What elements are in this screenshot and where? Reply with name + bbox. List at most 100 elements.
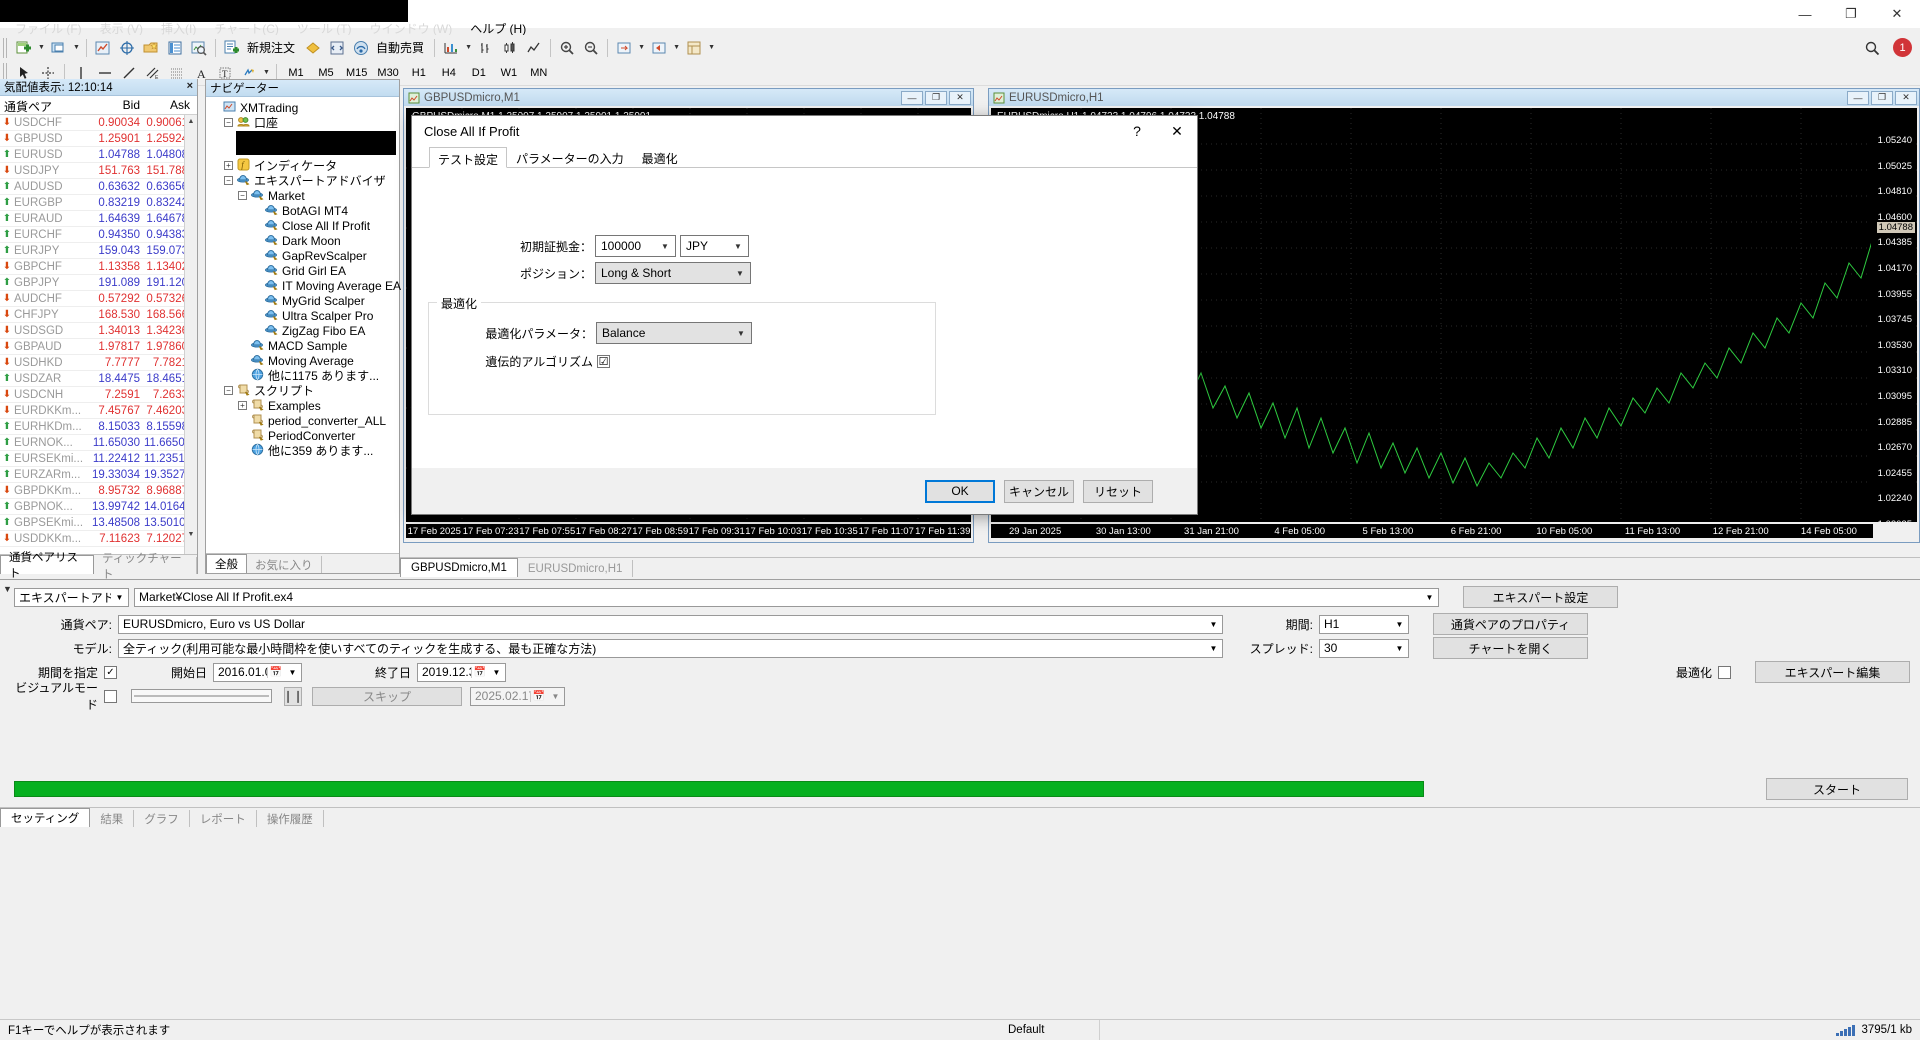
tab-report[interactable]: レポート [190, 810, 257, 827]
market-watch-row[interactable]: ⬇ CHFJPY 168.530 168.566 [0, 307, 197, 323]
navigator-item[interactable]: 他に1175 あります... [210, 368, 399, 383]
navigator-item[interactable]: Close All If Profit [210, 218, 399, 233]
profiles-dropdown-icon[interactable]: ▼ [71, 37, 82, 59]
chevron-down-icon[interactable]: ▼ [1391, 644, 1408, 653]
expert-type-select[interactable]: エキスパートアドバイザ ▼ [14, 587, 129, 607]
minimize-icon[interactable]: — [1847, 90, 1869, 105]
market-watch-row[interactable]: ⬆ EURGBP 0.83219 0.83242 [0, 195, 197, 211]
help-icon[interactable]: ? [1117, 116, 1157, 146]
navigator-item[interactable]: + Examples [210, 398, 399, 413]
market-watch-row[interactable]: ⬆ EURZARm... 19.33034 19.35274 [0, 467, 197, 483]
market-watch-row[interactable]: ⬇ EURDKKm... 7.45767 7.46203 [0, 403, 197, 419]
calendar-icon[interactable]: 📅 [267, 666, 284, 678]
bar-chart-icon[interactable] [474, 37, 498, 59]
navigator-item[interactable]: ZigZag Fibo EA [210, 323, 399, 338]
market-watch-row[interactable]: ⬆ EURAUD 1.64639 1.64678 [0, 211, 197, 227]
indicators-icon[interactable] [439, 37, 463, 59]
status-connection[interactable]: 3795/1 kb [1828, 1020, 1920, 1040]
reset-button[interactable]: リセット [1083, 479, 1153, 503]
market-watch-row[interactable]: ⬆ EURNOK... 11.65030 11.66501 [0, 435, 197, 451]
column-symbol[interactable]: 通貨ペア [0, 96, 88, 114]
chevron-down-icon[interactable]: ▼ [547, 692, 564, 701]
timeframe-h1[interactable]: H1 [404, 63, 434, 83]
symbol-select[interactable]: EURUSDmicro, Euro vs US Dollar ▼ [118, 614, 1223, 634]
templates-dropdown-icon[interactable]: ▼ [706, 37, 717, 59]
tab-symbol-list[interactable]: 通貨ペアリスト [0, 552, 94, 580]
minimize-icon[interactable]: — [901, 90, 923, 105]
market-watch-row[interactable]: ⬆ GBPJPY 191.089 191.120 [0, 275, 197, 291]
market-watch-row[interactable]: ⬇ USDHKD 7.7777 7.7821 [0, 355, 197, 371]
collapse-icon[interactable]: − [224, 386, 233, 395]
metaeditor-icon[interactable] [325, 37, 349, 59]
chevron-down-icon[interactable]: ▼ [1391, 620, 1408, 629]
timeframe-select[interactable]: H1 ▼ [1319, 614, 1409, 634]
market-watch-row[interactable]: ⬇ GBPDKKm... 8.95732 8.96887 [0, 483, 197, 499]
market-watch-row[interactable]: ⬆ AUDUSD 0.63632 0.63656 [0, 179, 197, 195]
navigator-item[interactable]: Dark Moon [210, 233, 399, 248]
navigator-item[interactable]: period_converter_ALL [210, 413, 399, 428]
position-select[interactable]: Long & Short ▼ [595, 262, 751, 284]
dialog-tab-optimization[interactable]: 最適化 [633, 146, 687, 167]
start-button[interactable]: スタート [1766, 778, 1908, 800]
market-watch-row[interactable]: ⬆ EURCHF 0.94350 0.94383 [0, 227, 197, 243]
ok-button[interactable]: OK [925, 479, 995, 503]
tab-results[interactable]: 結果 [90, 810, 135, 827]
spread-select[interactable]: 30 ▼ [1319, 638, 1409, 658]
chevron-down-icon[interactable]: ▼ [111, 593, 128, 602]
chevron-down-icon[interactable]: ▼ [488, 668, 505, 677]
terminal-icon[interactable] [163, 37, 187, 59]
navigator-item[interactable]: Grid Girl EA [210, 263, 399, 278]
skip-date-input[interactable]: 2025.02.17 📅 ▼ [470, 686, 565, 706]
market-watch-row[interactable]: ⬆ USDZAR 18.4475 18.4651 [0, 371, 197, 387]
chevron-down-icon[interactable]: ▼ [730, 269, 750, 278]
optimization-param-select[interactable]: Balance ▼ [596, 322, 752, 344]
strategy-tester-icon[interactable] [187, 37, 211, 59]
visual-speed-slider[interactable] [131, 689, 272, 703]
scroll-up-icon[interactable]: ▲ [185, 115, 197, 128]
navigator-item[interactable]: − 口座 [210, 115, 399, 130]
market-watch-row[interactable]: ⬇ GBPUSD 1.25901 1.25924 [0, 131, 197, 147]
model-select[interactable]: 全ティック(利用可能な最小時間枠を使いすべてのティックを生成する、最も正確な方法… [118, 638, 1223, 658]
chevron-down-icon[interactable]: ▼ [284, 668, 301, 677]
market-watch-row[interactable]: ⬇ USDSGD 1.34013 1.34236 [0, 323, 197, 339]
profiles-icon[interactable] [47, 37, 71, 59]
navigator-icon[interactable] [139, 37, 163, 59]
tab-tick-chart[interactable]: ティックチャート [94, 553, 197, 581]
navigator-item[interactable]: MACD Sample [210, 338, 399, 353]
maximize-icon[interactable]: ❐ [1871, 90, 1893, 105]
dialog-tab-test-settings[interactable]: テスト設定 [429, 147, 508, 168]
collapse-icon[interactable]: − [224, 118, 233, 127]
chart-shift-icon[interactable] [647, 37, 671, 59]
market-watch-row[interactable]: ⬇ USDCNH 7.2591 7.2633 [0, 387, 197, 403]
tab-settings[interactable]: セッティング [0, 808, 91, 827]
close-icon[interactable]: ✕ [949, 90, 971, 105]
navigator-item[interactable]: Ultra Scalper Pro [210, 308, 399, 323]
calendar-icon[interactable]: 📅 [471, 666, 488, 678]
open-chart-button[interactable]: チャートを開く [1433, 637, 1588, 659]
chevron-down-icon[interactable]: ▼ [731, 329, 751, 338]
navigator-item[interactable]: GapRevScalper [210, 248, 399, 263]
market-watch-row[interactable]: ⬇ GBPAUD 1.97817 1.97860 [0, 339, 197, 355]
tab-common[interactable]: 全般 [206, 554, 247, 573]
indicators-dropdown-icon[interactable]: ▼ [463, 37, 474, 59]
mql5-community-icon[interactable] [301, 37, 325, 59]
market-watch-row[interactable]: ⬆ GBPSEKmi... 13.48508 13.50100 [0, 515, 197, 531]
templates-icon[interactable] [682, 37, 706, 59]
market-watch-row[interactable]: ⬆ EURUSD 1.04788 1.04808 [0, 147, 197, 163]
market-watch-row[interactable]: ⬆ EURJPY 159.043 159.073 [0, 243, 197, 259]
market-watch-row[interactable]: ⬇ USDJPY 151.763 151.788 [0, 163, 197, 179]
chevron-down-icon[interactable]: ▼ [1205, 644, 1222, 653]
end-date-input[interactable]: 2019.12.31 📅 ▼ [417, 662, 506, 682]
chevron-down-icon[interactable]: ▼ [1421, 593, 1438, 602]
market-watch-row[interactable]: ⬆ EURHKDm... 8.15033 8.15598 [0, 419, 197, 435]
visual-mode-checkbox[interactable] [104, 689, 117, 703]
start-date-input[interactable]: 2016.01.01 📅 ▼ [213, 662, 302, 682]
market-watch-scrollbar[interactable]: ▲ ▼ [184, 115, 197, 555]
expand-icon[interactable]: + [238, 401, 247, 410]
new-chart-dropdown-icon[interactable]: ▼ [36, 37, 47, 59]
collapse-icon[interactable]: − [238, 191, 247, 200]
tab-graph[interactable]: グラフ [134, 810, 190, 827]
navigator-item[interactable]: − Market [210, 188, 399, 203]
chevron-down-icon[interactable]: ▼ [655, 242, 675, 251]
tester-settings-dialog[interactable]: Close All If Profit ? ✕ テスト設定 パラメーターの入力 … [411, 115, 1198, 515]
